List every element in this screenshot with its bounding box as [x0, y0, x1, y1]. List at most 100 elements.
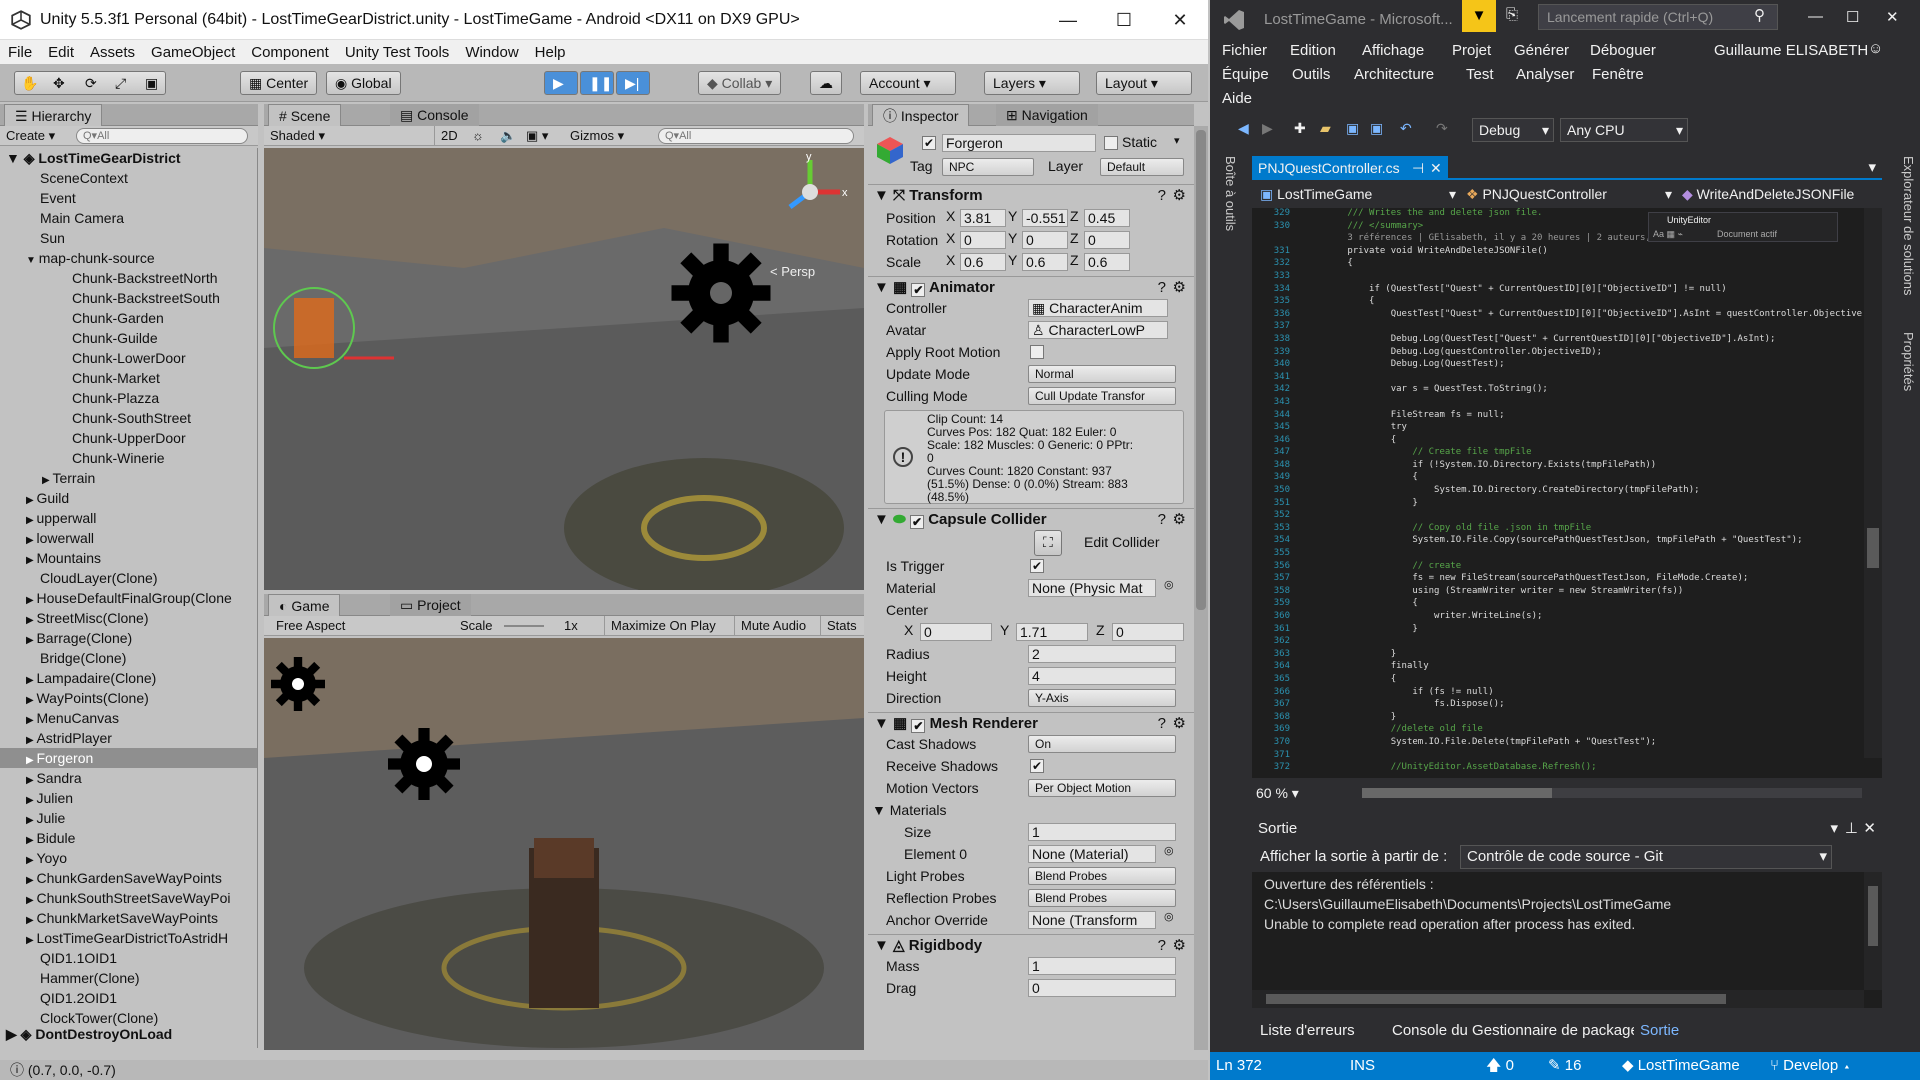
layers-dropdown[interactable]: Layers ▾: [984, 71, 1080, 95]
hierarchy-item[interactable]: Chunk-Guilde: [0, 328, 257, 348]
output-source-dropdown[interactable]: Contrôle de code source - Git ▾: [1460, 845, 1832, 869]
open-folder-icon[interactable]: ▰: [1320, 120, 1331, 137]
push-status[interactable]: 🡅 0: [1486, 1052, 1514, 1080]
zoom-dropdown[interactable]: 60 % ▾: [1256, 782, 1299, 804]
hierarchy-item[interactable]: ▶ Guild: [0, 488, 257, 508]
settings-gear-icon[interactable]: ⚙: [1173, 935, 1186, 957]
create-dropdown[interactable]: Create ▾: [6, 126, 55, 146]
repo-status[interactable]: ◆ LostTimeGame: [1622, 1052, 1740, 1080]
hierarchy-item[interactable]: ▶ Julien: [0, 788, 257, 808]
move-tool-icon[interactable]: ✥: [53, 72, 65, 94]
hierarchy-item[interactable]: ▶ Barrage(Clone): [0, 628, 257, 648]
save-icon[interactable]: ▣: [1346, 120, 1359, 137]
drag-field[interactable]: 0: [1028, 979, 1176, 997]
inspector-scrollbar[interactable]: [1194, 126, 1208, 1050]
output-horizontal-scrollbar[interactable]: [1252, 990, 1864, 1008]
reflection-probes-dropdown[interactable]: Blend Probes: [1028, 889, 1176, 907]
center-y-field[interactable]: 1.71: [1016, 623, 1088, 641]
search-icon[interactable]: ⚲: [1754, 6, 1765, 24]
light-probes-dropdown[interactable]: Blend Probes: [1028, 867, 1176, 885]
foldout-icon[interactable]: ▶: [26, 695, 36, 706]
is-trigger-checkbox[interactable]: ✔: [1030, 559, 1044, 573]
forward-icon[interactable]: ▶: [1262, 120, 1273, 137]
platform-dropdown[interactable]: Any CPU ▾: [1560, 118, 1688, 142]
foldout-icon[interactable]: ▶: [26, 795, 36, 806]
foldout-icon[interactable]: ▶: [26, 755, 36, 766]
effects-icon[interactable]: ▣ ▾: [526, 126, 548, 146]
hierarchy-item[interactable]: ▶ Terrain: [0, 468, 257, 488]
hierarchy-item[interactable]: ▶ MenuCanvas: [0, 708, 257, 728]
hierarchy-item[interactable]: Chunk-BackstreetNorth: [0, 268, 257, 288]
method-nav-dropdown[interactable]: ◆ WriteAndDeleteJSONFile: [1682, 182, 1878, 206]
tag-dropdown[interactable]: NPC: [942, 158, 1034, 176]
element0-field[interactable]: None (Material): [1028, 845, 1156, 863]
game-viewport[interactable]: [264, 638, 864, 1050]
editor-scroll-thumb[interactable]: [1867, 528, 1879, 568]
rigidbody-header[interactable]: ▼ ◬ Rigidbody? ⚙: [868, 934, 1194, 956]
help-icon[interactable]: ?: [1158, 935, 1166, 957]
radius-field[interactable]: 2: [1028, 645, 1176, 663]
hierarchy-item[interactable]: ▶ ChunkSouthStreetSaveWayPoi: [0, 888, 257, 908]
cloud-button[interactable]: ☁: [810, 71, 842, 95]
hierarchy-item[interactable]: Chunk-Winerie: [0, 448, 257, 468]
help-icon[interactable]: ?: [1158, 277, 1166, 299]
materials-foldout[interactable]: ▼ Materials: [872, 800, 947, 820]
tab-error-list[interactable]: Liste d'erreurs: [1260, 1016, 1355, 1046]
hierarchy-item[interactable]: ▶ Yoyo: [0, 848, 257, 868]
vs-menu-analyser[interactable]: Analyser: [1516, 66, 1574, 83]
lighting-icon[interactable]: ☼: [472, 126, 484, 146]
hierarchy-item[interactable]: ▶ Mountains: [0, 548, 257, 568]
foldout-icon[interactable]: ▶: [26, 635, 36, 646]
menu-edit[interactable]: Edit: [40, 44, 82, 61]
object-picker-icon[interactable]: ◎: [1164, 910, 1174, 923]
active-checkbox[interactable]: ✔: [922, 136, 936, 150]
output-pane[interactable]: Ouverture des référentiels : C:\Users\Gu…: [1252, 872, 1882, 1008]
hierarchy-item[interactable]: Hammer(Clone): [0, 968, 257, 988]
foldout-icon[interactable]: ▶: [26, 735, 36, 746]
stats-toggle[interactable]: Stats: [820, 616, 857, 636]
toolbox-side-tab[interactable]: Boîte à outils: [1218, 156, 1238, 256]
hierarchy-item[interactable]: ▶ Sandra: [0, 768, 257, 788]
close-icon[interactable]: ✕: [1886, 8, 1899, 26]
redo-icon[interactable]: ↷: [1436, 120, 1448, 137]
layout-dropdown[interactable]: Layout ▾: [1096, 71, 1192, 95]
pos-y-field[interactable]: -0.551: [1022, 209, 1068, 227]
close-icon[interactable]: ✕: [1863, 816, 1876, 842]
layer-dropdown[interactable]: Default: [1100, 158, 1184, 176]
chevron-down-icon[interactable]: ▾: [1830, 816, 1838, 842]
inspector-scroll-thumb[interactable]: [1196, 130, 1206, 610]
vs-menu-projet[interactable]: Projet: [1452, 42, 1491, 59]
scene-gizmo-icon[interactable]: yx: [770, 152, 850, 232]
hierarchy-item[interactable]: ▶ WayPoints(Clone): [0, 688, 257, 708]
undo-icon[interactable]: ↶: [1400, 120, 1412, 137]
hand-tool-icon[interactable]: ✋: [21, 72, 38, 94]
foldout-icon[interactable]: ▶: [26, 775, 36, 786]
menu-unity-test-tools[interactable]: Unity Test Tools: [337, 44, 458, 61]
mesh-renderer-header[interactable]: ▼ ▦ ✔ Mesh Renderer? ⚙: [868, 712, 1194, 734]
maximize-icon[interactable]: ☐: [1846, 8, 1859, 26]
pivot-global-button[interactable]: ◉ Global: [326, 71, 401, 95]
rot-y-field[interactable]: 0: [1022, 231, 1068, 249]
foldout-icon[interactable]: ▶: [42, 475, 52, 486]
rect-tool-icon[interactable]: ▣: [145, 72, 158, 94]
editor-vertical-scrollbar[interactable]: [1864, 208, 1882, 758]
gameobject-name-field[interactable]: Forgeron: [942, 134, 1096, 152]
center-z-field[interactable]: 0: [1112, 623, 1184, 641]
maximize-on-play-toggle[interactable]: Maximize On Play: [604, 616, 716, 636]
cast-shadows-dropdown[interactable]: On: [1028, 735, 1176, 753]
output-scroll-thumb[interactable]: [1868, 886, 1878, 946]
shaded-dropdown[interactable]: Shaded ▾: [270, 126, 325, 146]
hierarchy-item[interactable]: Bridge(Clone): [0, 648, 257, 668]
tab-inspector[interactable]: ⓘ Inspector: [872, 104, 970, 126]
foldout-icon[interactable]: ▶: [26, 895, 36, 906]
mute-audio-toggle[interactable]: Mute Audio: [734, 616, 806, 636]
pin-icon[interactable]: ⊣: [1412, 156, 1424, 180]
anchor-override-field[interactable]: None (Transform: [1028, 911, 1156, 929]
hierarchy-item[interactable]: ▶ StreetMisc(Clone): [0, 608, 257, 628]
tab-hierarchy[interactable]: ☰ Hierarchy: [4, 104, 103, 126]
hierarchy-item[interactable]: ▶ lowerwall: [0, 528, 257, 548]
hierarchy-item[interactable]: ▶ Forgeron: [0, 748, 257, 768]
audio-icon[interactable]: 🔈: [500, 126, 516, 146]
foldout-icon[interactable]: ▶: [26, 535, 36, 546]
physic-material-field[interactable]: None (Physic Mat: [1028, 579, 1156, 597]
